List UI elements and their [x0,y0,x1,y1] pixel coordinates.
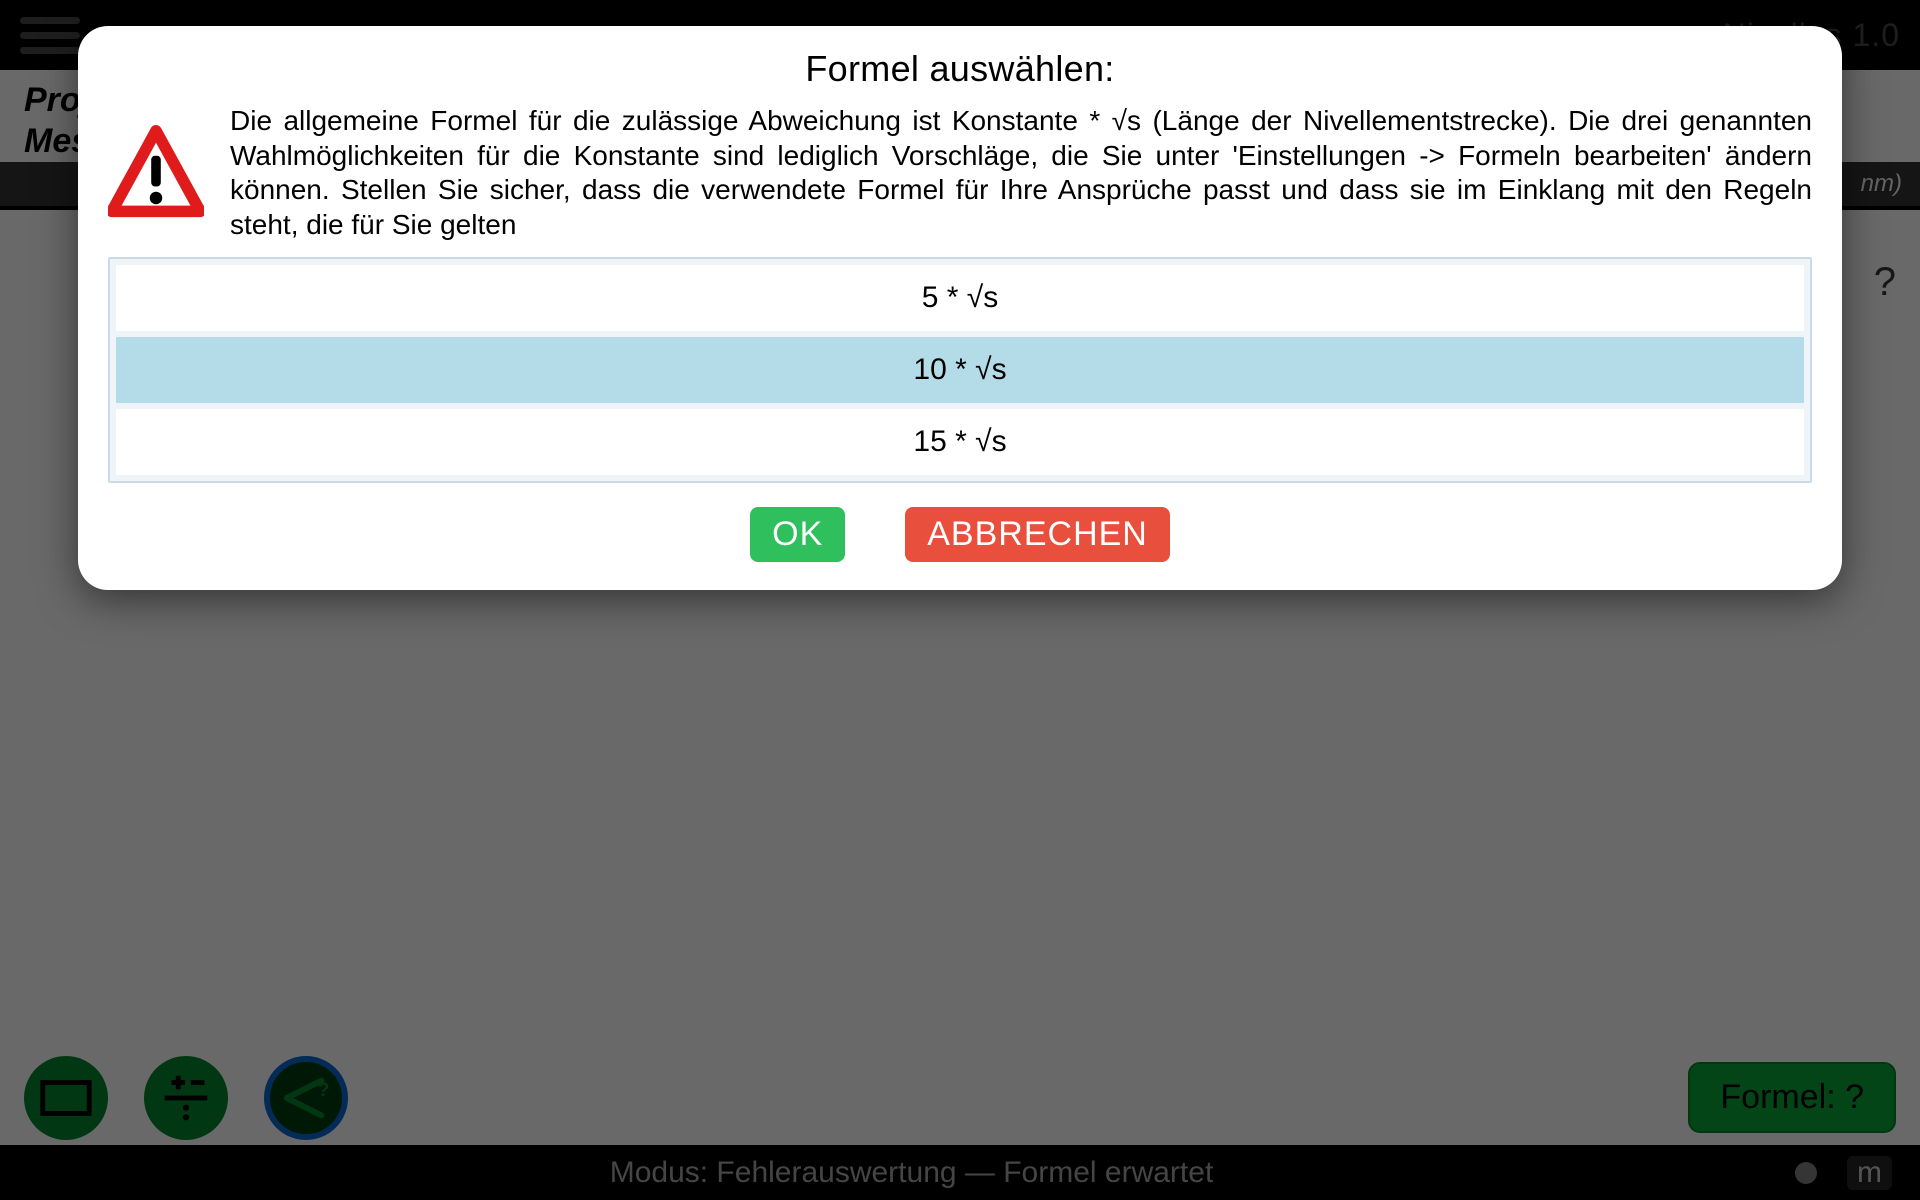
formula-option-1[interactable]: 10 * √s [116,337,1804,403]
warning-icon [108,125,204,221]
dialog-body: Die allgemeine Formel für die zulässige … [108,104,1812,243]
dialog-text: Die allgemeine Formel für die zulässige … [230,104,1812,243]
dialog-actions: OK ABBRECHEN [108,507,1812,562]
formula-option-2[interactable]: 15 * √s [116,409,1804,475]
dialog-title: Formel auswählen: [108,48,1812,90]
cancel-button[interactable]: ABBRECHEN [905,507,1170,562]
formula-dialog: Formel auswählen: Die allgemeine Formel … [78,26,1842,590]
formula-option-0[interactable]: 5 * √s [116,265,1804,331]
formula-option-list: 5 * √s 10 * √s 15 * √s [108,257,1812,483]
ok-button[interactable]: OK [750,507,845,562]
